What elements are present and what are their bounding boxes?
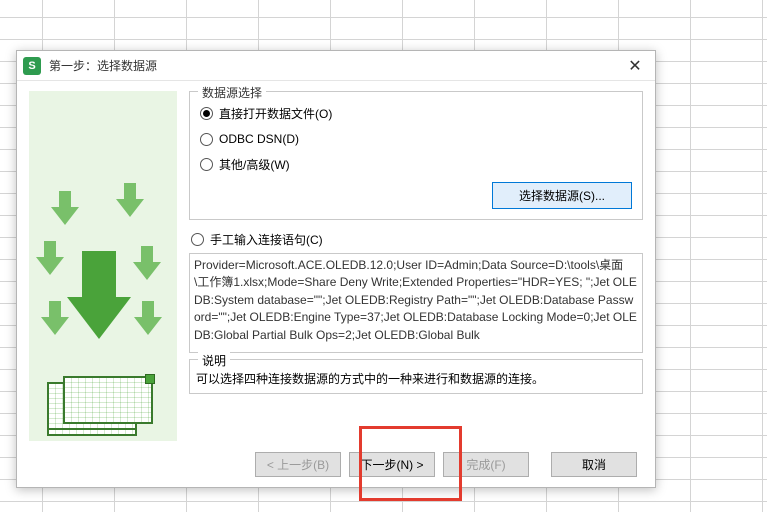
app-icon: S [23, 57, 41, 75]
radio-label: 手工输入连接语句(C) [210, 231, 323, 248]
radio-icon [200, 133, 213, 146]
radio-manual[interactable]: 手工输入连接语句(C) [189, 226, 643, 253]
cancel-button[interactable]: 取消 [551, 452, 637, 477]
select-datasource-button[interactable]: 选择数据源(S)... [492, 182, 632, 209]
radio-label: 其他/高级(W) [219, 156, 290, 173]
datasource-group-label: 数据源选择 [198, 84, 266, 101]
wizard-illustration [29, 91, 177, 441]
radio-label: ODBC DSN(D) [219, 132, 299, 146]
next-button[interactable]: 下一步(N) > [349, 452, 435, 477]
description-label: 说明 [198, 352, 230, 369]
dialog-title: 第一步：选择数据源 [49, 57, 621, 74]
radio-open-file[interactable]: 直接打开数据文件(O) [200, 100, 632, 127]
close-button[interactable]: ✕ [621, 55, 649, 77]
wizard-dialog: S 第一步：选择数据源 ✕ 数据源选择 直接打开数据文件(O) [16, 50, 656, 488]
titlebar: S 第一步：选择数据源 ✕ [17, 51, 655, 81]
wizard-footer: < 上一步(B) 下一步(N) > 完成(F) 取消 [17, 441, 655, 487]
radio-other[interactable]: 其他/高级(W) [200, 151, 632, 178]
radio-icon [200, 158, 213, 171]
radio-odbc[interactable]: ODBC DSN(D) [200, 127, 632, 151]
radio-label: 直接打开数据文件(O) [219, 105, 332, 122]
description-text: 可以选择四种连接数据源的方式中的一种来进行和数据源的连接。 [196, 364, 636, 387]
back-button: < 上一步(B) [255, 452, 341, 477]
form-area: 数据源选择 直接打开数据文件(O) ODBC DSN(D) 其他/高级(W) 选… [189, 91, 643, 441]
dialog-body: 数据源选择 直接打开数据文件(O) ODBC DSN(D) 其他/高级(W) 选… [17, 81, 655, 441]
finish-button: 完成(F) [443, 452, 529, 477]
description-group: 说明 可以选择四种连接数据源的方式中的一种来进行和数据源的连接。 [189, 359, 643, 394]
radio-icon [191, 233, 204, 246]
datasource-group: 数据源选择 直接打开数据文件(O) ODBC DSN(D) 其他/高级(W) 选… [189, 91, 643, 220]
connection-string-box[interactable]: Provider=Microsoft.ACE.OLEDB.12.0;User I… [189, 253, 643, 353]
radio-icon [200, 107, 213, 120]
